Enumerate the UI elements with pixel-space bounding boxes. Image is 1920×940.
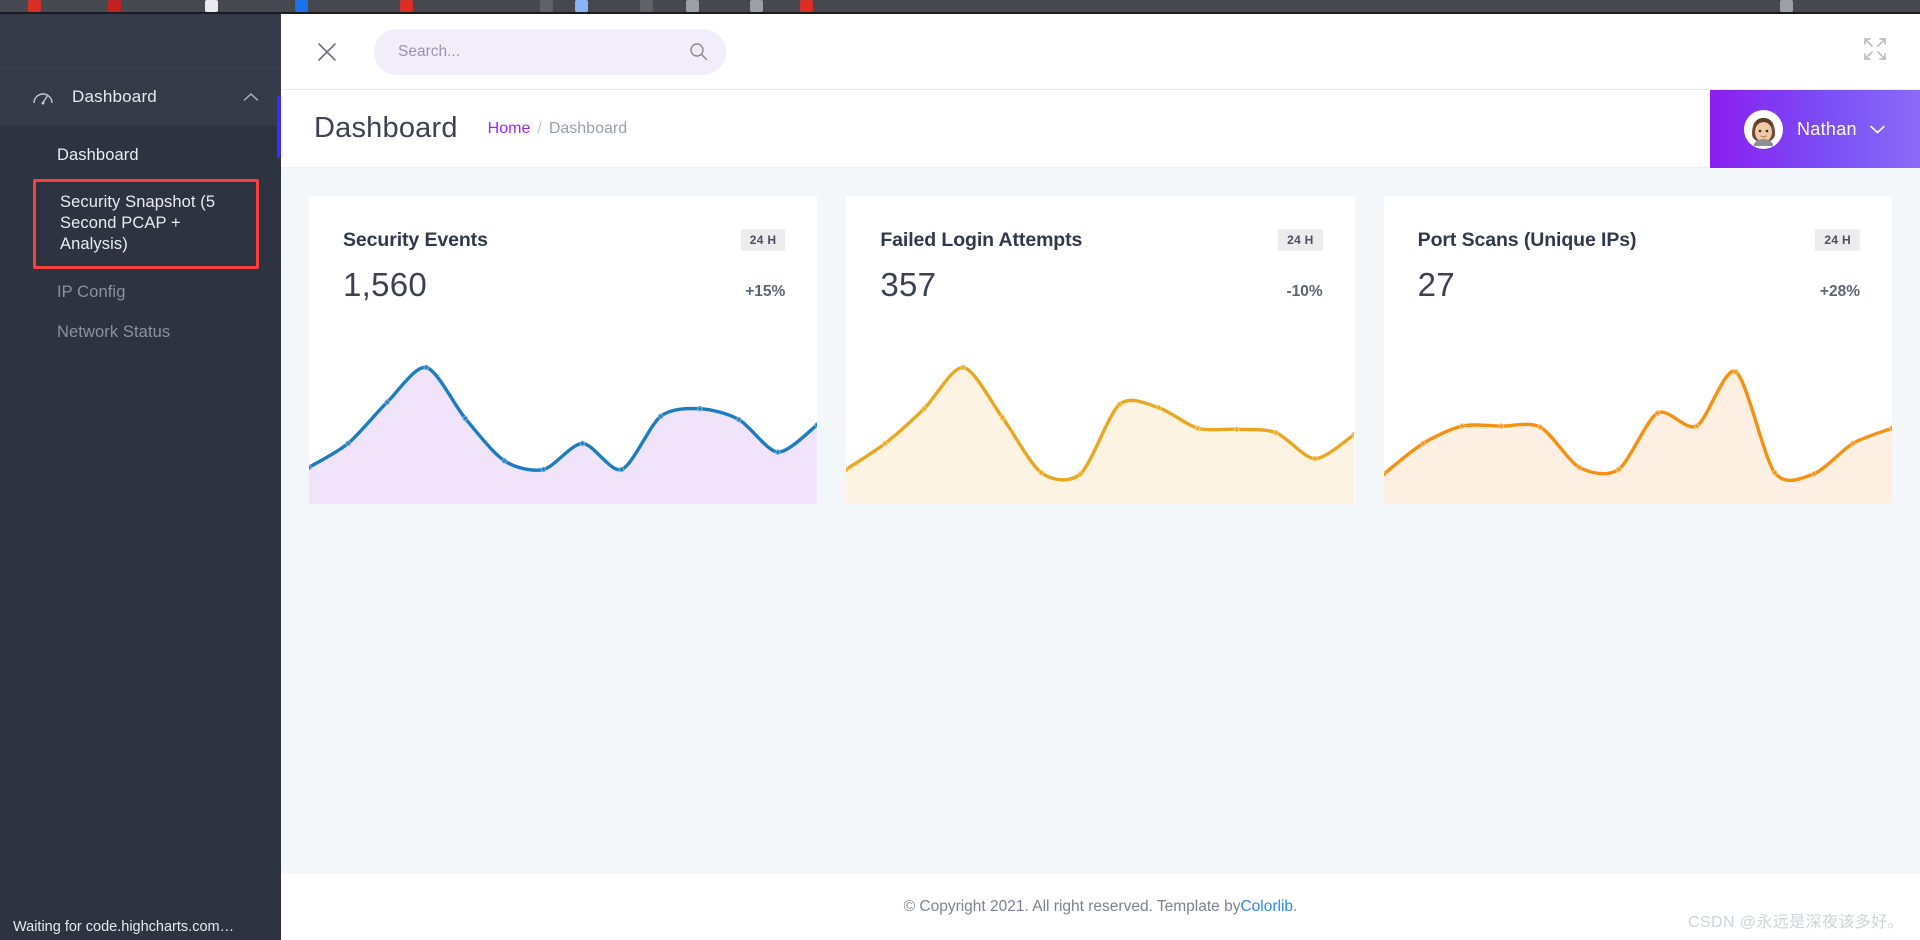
breadcrumb: Home / Dashboard <box>488 120 627 138</box>
stat-card-title: Failed Login Attempts <box>880 229 1083 251</box>
user-menu[interactable]: Nathan <box>1710 90 1920 168</box>
speedometer-icon <box>30 87 56 107</box>
sparkline-svg <box>846 364 1355 504</box>
sidebar-item-network-status[interactable]: Network Status <box>0 313 281 352</box>
search-field-wrapper <box>374 28 726 75</box>
avatar <box>1744 109 1783 149</box>
stat-card-delta: +28% <box>1819 283 1860 300</box>
sidebar-item-ip-config[interactable]: IP Config <box>0 273 281 312</box>
stat-card-header: Failed Login Attempts 24 H <box>846 196 1354 252</box>
browser-favicon <box>640 0 653 12</box>
footer-copyright-text: © Copyright 2021. All right reserved. Te… <box>903 898 1241 915</box>
stat-card-header: Port Scans (Unique IPs) 24 H <box>1384 196 1892 252</box>
search-toolbar <box>281 14 1920 90</box>
sidebar: Dashboard Dashboard Security Snapshot (5… <box>0 14 281 940</box>
sparkline-svg <box>1383 369 1892 504</box>
sidebar-item-security-snapshot[interactable]: Security Snapshot (5 Second PCAP + Analy… <box>33 179 259 270</box>
stat-card[interactable]: Security Events 24 H 1,560 +15% <box>309 196 818 504</box>
sidebar-item-dashboard[interactable]: Dashboard <box>0 136 281 175</box>
fullscreen-expand-icon[interactable] <box>1862 36 1888 67</box>
stat-card-header: Security Events 24 H <box>309 196 817 252</box>
dashboard-content: Security Events 24 H 1,560 +15% Failed L… <box>281 168 1920 874</box>
stat-card-delta: -10% <box>1286 283 1323 300</box>
app-root: Dashboard Dashboard Security Snapshot (5… <box>0 14 1920 940</box>
search-input[interactable] <box>374 42 726 61</box>
browser-favicon <box>108 0 121 12</box>
breadcrumb-current: Dashboard <box>548 119 628 137</box>
sparkline-chart <box>846 344 1355 504</box>
chevron-up-icon[interactable] <box>243 90 259 105</box>
sparkline-chart <box>1383 344 1892 504</box>
chevron-down-icon[interactable] <box>1870 121 1885 137</box>
browser-favicon <box>295 0 308 12</box>
close-icon[interactable] <box>307 32 347 72</box>
browser-favicon <box>205 0 218 12</box>
status-badge: 24 H <box>1815 229 1860 251</box>
browser-favicon <box>400 0 413 12</box>
sparkline-chart <box>309 344 818 504</box>
colorlib-link[interactable]: Colorlib <box>1240 898 1293 916</box>
stat-card-value: 27 <box>1417 266 1455 303</box>
stat-card-title: Security Events <box>343 229 488 251</box>
stat-card-delta: +15% <box>745 283 786 300</box>
status-badge: 24 H <box>1278 229 1323 251</box>
browser-favicon <box>540 0 553 12</box>
stat-card-row: Security Events 24 H 1,560 +15% Failed L… <box>309 196 1892 504</box>
sidebar-group-dashboard[interactable]: Dashboard <box>0 68 281 126</box>
browser-favicon <box>686 0 699 12</box>
sidebar-logo-area <box>0 14 281 68</box>
stat-card-value: 1,560 <box>343 266 428 303</box>
status-badge: 24 H <box>740 229 786 251</box>
stat-card-values: 27 +28% <box>1384 252 1892 304</box>
stat-card[interactable]: Failed Login Attempts 24 H 357 -10% <box>846 196 1355 504</box>
footer: © Copyright 2021. All right reserved. Te… <box>281 874 1920 940</box>
sidebar-submenu: Dashboard Security Snapshot (5 Second PC… <box>0 126 281 352</box>
browser-bookmarks-bar <box>0 0 1920 12</box>
csdn-watermark: CSDN @永远是深夜该多好。 <box>1687 914 1904 931</box>
stat-card[interactable]: Port Scans (Unique IPs) 24 H 27 +28% <box>1383 196 1892 504</box>
breadcrumb-home[interactable]: Home <box>488 120 531 138</box>
page-header: Dashboard Home / Dashboard Nathan <box>281 90 1920 168</box>
sidebar-group-label: Dashboard <box>72 87 157 106</box>
search-icon[interactable] <box>689 42 708 66</box>
main-area: Dashboard Home / Dashboard <box>281 14 1920 940</box>
browser-favicon <box>575 0 588 12</box>
stat-card-title: Port Scans (Unique IPs) <box>1417 229 1637 251</box>
sparkline-area <box>309 367 817 504</box>
stat-card-values: 1,560 +15% <box>309 252 817 304</box>
user-name: Nathan <box>1797 118 1857 139</box>
browser-status-text: Waiting for code.highcharts.com… <box>0 914 248 940</box>
page-title: Dashboard <box>314 112 458 144</box>
stat-card-value: 357 <box>880 266 937 303</box>
breadcrumb-separator: / <box>537 119 542 137</box>
browser-favicon <box>1780 0 1793 12</box>
footer-period: . <box>1293 898 1298 915</box>
stat-card-values: 357 -10% <box>846 252 1354 304</box>
browser-favicon <box>750 0 763 12</box>
browser-favicon <box>800 0 813 12</box>
sparkline-svg <box>309 364 818 504</box>
browser-favicon <box>28 0 41 12</box>
